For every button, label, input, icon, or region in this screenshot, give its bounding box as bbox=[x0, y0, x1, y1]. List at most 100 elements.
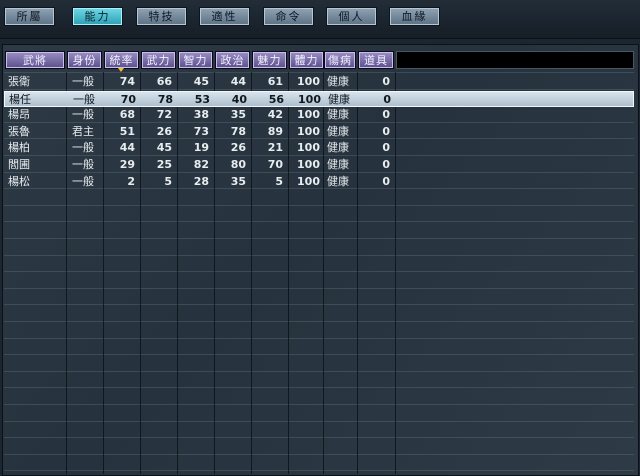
grid-line bbox=[4, 287, 634, 289]
col-header-leadership[interactable]: 統率 bbox=[104, 51, 139, 69]
cell-injury: 健康 bbox=[327, 141, 349, 155]
cell-officer-name: 閻圃 bbox=[8, 158, 30, 171]
cell-items: 0 bbox=[382, 75, 390, 88]
cell-charisma: 56 bbox=[268, 92, 284, 106]
tab-bar: 所屬 能力 特技 適性 命令 個人 血緣 bbox=[0, 0, 640, 39]
cell-intelligence: 38 bbox=[193, 108, 209, 122]
cell-rank: 一般 bbox=[72, 174, 94, 188]
table-row[interactable]: 張魯 君主 51 26 73 78 89 100 健康 0 bbox=[4, 124, 634, 140]
col-header-war[interactable]: 武力 bbox=[141, 51, 176, 69]
col-header-intelligence[interactable]: 智力 bbox=[178, 51, 213, 69]
cell-politics: 35 bbox=[230, 108, 246, 122]
cell-rank: 一般 bbox=[73, 92, 95, 106]
cell-stamina: 100 bbox=[297, 141, 320, 155]
col-header-stamina[interactable]: 體力 bbox=[289, 51, 324, 69]
tab-lineage[interactable]: 血緣 bbox=[389, 7, 440, 26]
tab-personal[interactable]: 個人 bbox=[326, 7, 377, 26]
col-header-injury[interactable]: 傷病 bbox=[324, 51, 356, 69]
cell-charisma: 89 bbox=[267, 124, 283, 138]
cell-war: 45 bbox=[156, 141, 172, 155]
tab-aptitude[interactable]: 適性 bbox=[199, 7, 250, 26]
cell-intelligence: 73 bbox=[193, 124, 209, 138]
grid-line bbox=[4, 321, 634, 322]
cell-war: 25 bbox=[156, 158, 172, 171]
cell-injury: 健康 bbox=[327, 174, 349, 188]
cell-stamina: 100 bbox=[297, 108, 320, 122]
cell-items: 0 bbox=[383, 92, 391, 106]
cell-officer-name: 張魯 bbox=[8, 124, 30, 138]
tab-special-skill[interactable]: 特技 bbox=[136, 7, 187, 26]
grid-line bbox=[4, 221, 634, 223]
cell-officer-name: 楊松 bbox=[8, 174, 30, 188]
cell-intelligence: 19 bbox=[193, 141, 209, 155]
col-header-politics[interactable]: 政治 bbox=[215, 51, 250, 69]
cell-leadership: 51 bbox=[119, 124, 135, 138]
cell-injury: 健康 bbox=[327, 108, 349, 122]
cell-war: 26 bbox=[156, 124, 172, 138]
cell-war: 78 bbox=[157, 92, 173, 106]
cell-rank: 一般 bbox=[72, 108, 94, 122]
cell-injury: 健康 bbox=[327, 158, 349, 171]
cell-politics: 44 bbox=[230, 75, 246, 88]
col-header-officer[interactable]: 武將 bbox=[5, 51, 65, 69]
tab-ability[interactable]: 能力 bbox=[72, 7, 123, 26]
cell-injury: 健康 bbox=[327, 124, 349, 138]
tab-command[interactable]: 命令 bbox=[263, 7, 314, 26]
grid-line bbox=[4, 72, 634, 73]
cell-items: 0 bbox=[382, 108, 390, 122]
cell-officer-name: 楊昂 bbox=[8, 108, 30, 122]
cell-leadership: 29 bbox=[119, 158, 135, 171]
cell-injury: 健康 bbox=[327, 75, 349, 88]
cell-items: 0 bbox=[382, 158, 390, 171]
grid-line bbox=[4, 337, 634, 339]
cell-charisma: 5 bbox=[275, 174, 283, 188]
cell-rank: 君主 bbox=[72, 124, 94, 138]
cell-rank: 一般 bbox=[72, 158, 94, 171]
col-header-rank[interactable]: 身份 bbox=[67, 51, 102, 69]
cell-officer-name: 張衛 bbox=[8, 75, 30, 88]
grid-line bbox=[4, 437, 634, 439]
cell-charisma: 61 bbox=[267, 75, 283, 88]
cell-officer-name: 楊柏 bbox=[8, 141, 30, 155]
grid-line bbox=[4, 420, 634, 422]
cell-leadership: 68 bbox=[119, 108, 135, 122]
grid-line bbox=[4, 354, 634, 356]
cell-war: 72 bbox=[156, 108, 172, 122]
cell-war: 66 bbox=[156, 75, 172, 88]
cell-leadership: 44 bbox=[119, 141, 135, 155]
cell-leadership: 70 bbox=[120, 92, 136, 106]
cell-officer-name: 楊任 bbox=[9, 92, 31, 106]
grid-line bbox=[4, 453, 634, 455]
cell-items: 0 bbox=[382, 174, 390, 188]
cell-stamina: 100 bbox=[297, 124, 320, 138]
grid-line bbox=[4, 204, 634, 206]
header-empty-field bbox=[396, 51, 634, 69]
cell-stamina: 100 bbox=[297, 174, 320, 188]
cell-injury: 健康 bbox=[328, 92, 350, 106]
grid-line bbox=[4, 470, 634, 472]
cell-politics: 40 bbox=[231, 92, 247, 106]
cell-items: 0 bbox=[382, 141, 390, 155]
cell-rank: 一般 bbox=[72, 141, 94, 155]
cell-intelligence: 28 bbox=[193, 174, 209, 188]
cell-items: 0 bbox=[382, 124, 390, 138]
col-header-items[interactable]: 道具 bbox=[358, 51, 394, 69]
tab-affiliation[interactable]: 所屬 bbox=[4, 7, 55, 26]
cell-leadership: 2 bbox=[127, 174, 135, 188]
table-row[interactable]: 楊任 一般 70 78 53 40 56 100 健康 0 bbox=[4, 90, 634, 107]
grid-line bbox=[4, 238, 634, 239]
cell-politics: 78 bbox=[230, 124, 246, 138]
col-header-charisma[interactable]: 魅力 bbox=[252, 51, 287, 69]
cell-politics: 80 bbox=[230, 158, 246, 171]
table-row[interactable]: 楊松 一般 2 5 28 35 5 100 健康 0 bbox=[4, 174, 634, 190]
table-row[interactable]: 閻圃 一般 29 25 82 80 70 100 健康 0 bbox=[4, 157, 634, 173]
table-row[interactable]: 楊昂 一般 68 72 38 35 42 100 健康 0 bbox=[4, 107, 634, 123]
cell-leadership: 74 bbox=[119, 75, 135, 88]
table-row[interactable]: 楊柏 一般 44 45 19 26 21 100 健康 0 bbox=[4, 140, 634, 156]
grid-line bbox=[4, 404, 634, 405]
cell-politics: 35 bbox=[230, 174, 246, 188]
cell-intelligence: 45 bbox=[193, 75, 209, 88]
grid-line bbox=[4, 304, 634, 306]
cell-war: 5 bbox=[164, 174, 172, 188]
table-row[interactable]: 張衛 一般 74 66 45 44 61 100 健康 0 bbox=[4, 74, 634, 90]
